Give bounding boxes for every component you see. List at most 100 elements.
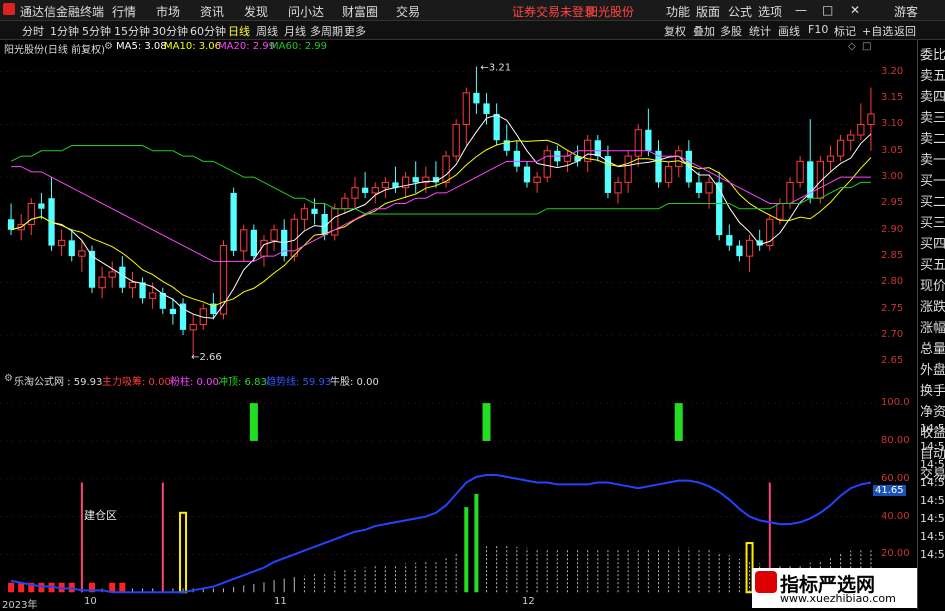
rush-signal-bar [482,403,491,441]
menu-layout[interactable]: 版面 [696,3,720,20]
candle-body [543,150,551,178]
menu-discover[interactable]: 发现 [244,3,268,20]
sidebar-item[interactable]: 买三 [920,212,945,231]
candle-body [58,239,66,247]
candle-body [645,129,652,151]
sidebar-item[interactable]: 买一 [920,170,945,189]
candle-body [776,202,784,220]
sidebar-item[interactable]: 外盘 [920,359,945,378]
indicator-settings-icon[interactable]: ⚙ [4,373,13,384]
price-tick: 2.70 [881,329,904,341]
candle-body [139,282,146,299]
period-timeshare[interactable]: 分时 [22,23,44,39]
period-more[interactable]: 更多 [344,23,366,39]
period-daily[interactable]: 日线 [228,23,250,39]
sidebar-item[interactable]: 总量 [920,338,945,357]
period-monthly[interactable]: 月线 [284,23,306,39]
sidebar-item[interactable]: 卖四 [920,86,945,105]
menu-function[interactable]: 功能 [666,3,690,20]
period-toolbar: 分时 1分钟 5分钟 15分钟 30分钟 60分钟 日线 周线 月线 多周期 更… [0,21,945,40]
date-label: 11 [274,596,287,607]
toolbar-multistock[interactable]: 多股 [720,23,742,39]
sidebar-item[interactable]: 14:56 [920,494,945,507]
candle-body [826,155,835,162]
zone-label: 建仓区 [84,509,117,522]
candle-body [664,166,673,183]
period-multi[interactable]: 多周期 [310,23,343,39]
indicator-bar-magenta [80,482,83,593]
period-15min[interactable]: 15分钟 [114,23,150,39]
menu-news[interactable]: 资讯 [200,3,224,20]
period-30min[interactable]: 30分钟 [152,23,188,39]
sidebar-item[interactable]: 14:56 [920,440,945,453]
expand-icon[interactable]: □ [862,41,871,52]
indicator-chart[interactable] [0,388,880,596]
maximize-icon[interactable]: □ [822,3,833,17]
menu-wealth[interactable]: 财富圈 [342,3,378,20]
menu-options[interactable]: 选项 [758,3,782,20]
ma5-label: MA5: 3.08 [116,41,167,52]
sidebar-item[interactable]: 卖三 [920,107,945,126]
sidebar-item[interactable]: 委比 [920,44,945,63]
price-tick: 2.75 [881,302,904,314]
sidebar-item[interactable]: 现价 [920,275,945,294]
candle-body [857,123,865,136]
period-1min[interactable]: 1分钟 [50,23,79,39]
price-tick: 3.00 [881,171,904,183]
toolbar-add-watch[interactable]: +自选 [862,23,893,39]
sidebar-item[interactable]: 涨跌 [920,296,945,315]
sidebar-item[interactable]: 14:56 [920,530,945,543]
candlestick-chart[interactable]: ←3.21 ←2.66 [0,56,880,372]
indicator-tick: 60.00 [881,472,910,484]
toolbar-adjust[interactable]: 复权 [664,23,686,39]
indicator-trend: 趋势线: 59.93 [266,377,332,388]
indicator-current-value: 41.65 [873,485,906,496]
sidebar-item[interactable]: 卖一 [920,149,945,168]
guest-label[interactable]: 游客 [894,3,918,20]
close-icon[interactable]: ✕ [850,3,860,17]
candle-body [98,276,106,289]
candle-body [250,229,257,257]
menu-trade[interactable]: 交易 [396,3,420,20]
sidebar-item[interactable]: 卖二 [920,128,945,147]
menu-ask[interactable]: 问小达 [288,3,324,20]
sidebar-item[interactable]: 买二 [920,191,945,210]
login-notice[interactable]: 证券交易未登录 [512,3,596,20]
candle-body [563,155,572,162]
minimize-icon[interactable]: — [795,3,807,17]
sidebar-item[interactable]: 涨幅 [920,317,945,336]
sidebar-item[interactable]: 14:56 [920,548,945,561]
sidebar-item[interactable]: 买五 [920,254,945,273]
toolbar-overlay[interactable]: 叠加 [693,23,715,39]
menu-market[interactable]: 市场 [156,3,180,20]
menu-quotes[interactable]: 行情 [112,3,136,20]
rush-signal-bar [249,403,258,441]
sidebar-item[interactable]: 14:56 [920,476,945,489]
toolbar-back[interactable]: 返回 [894,23,916,39]
candle-body [716,182,723,236]
ma60-label: MA60: 2.99 [270,41,328,52]
indicator-bar-red [109,582,116,593]
sidebar-item[interactable]: 14:56 [920,512,945,525]
sidebar-item[interactable]: 卖五 [920,65,945,84]
sidebar-item[interactable]: 换手 [920,380,945,399]
sidebar-item[interactable]: 净资 [920,401,945,420]
toolbar-f10[interactable]: F10 [808,23,828,36]
settings-icon[interactable]: ⚙ [104,41,113,52]
diamond-icon[interactable]: ◇ [848,41,856,52]
toolbar-stats[interactable]: 统计 [749,23,771,39]
ma20-label: MA20: 2.99 [218,41,276,52]
period-5min[interactable]: 5分钟 [82,23,111,39]
candle-body [128,281,137,289]
indicator-bar-red [119,582,126,593]
sidebar-item[interactable]: 买四 [920,233,945,252]
sidebar-item[interactable]: 14:56 [920,422,945,435]
period-weekly[interactable]: 周线 [256,23,278,39]
menu-formula[interactable]: 公式 [728,3,752,20]
candle-body [594,140,601,157]
toolbar-mark[interactable]: 标记 [834,23,856,39]
sidebar-item[interactable]: 14:56 [920,458,945,471]
period-60min[interactable]: 60分钟 [190,23,226,39]
low-annotation: ←2.66 [191,352,222,363]
toolbar-draw[interactable]: 画线 [778,23,800,39]
